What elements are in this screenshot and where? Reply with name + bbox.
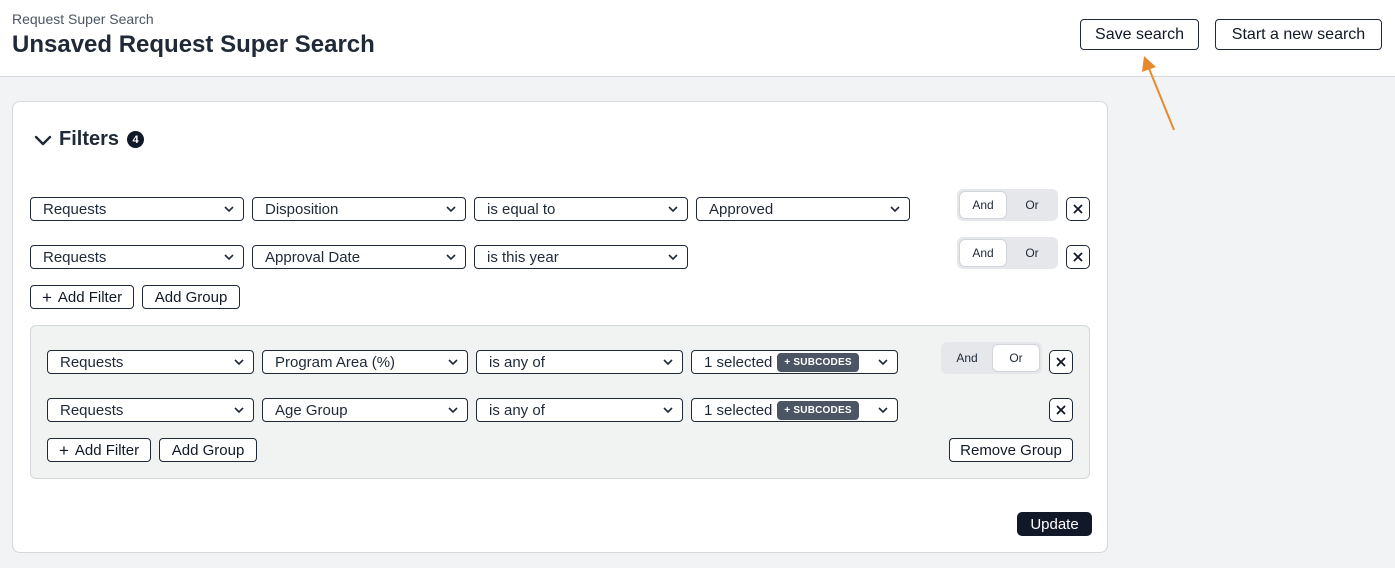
and-option[interactable]: And — [960, 240, 1006, 266]
value-select[interactable]: 1 selected + SUBCODES — [691, 350, 898, 374]
field-select[interactable]: Disposition — [252, 197, 466, 221]
value-select-value: 1 selected — [704, 401, 773, 419]
remove-filter-button[interactable] — [1066, 197, 1090, 221]
operator-select[interactable]: is this year — [474, 245, 688, 269]
operator-select[interactable]: is any of — [476, 398, 683, 422]
operator-select-value: is this year — [487, 248, 559, 266]
remove-filter-button[interactable] — [1049, 350, 1073, 374]
add-filter-label: Add Filter — [74, 441, 140, 459]
filters-toggle[interactable]: Filters 4 — [33, 128, 145, 151]
chevron-down-icon — [34, 135, 52, 145]
subcodes-badge: + SUBCODES — [777, 400, 859, 420]
add-filter-label: Add Filter — [57, 288, 123, 306]
field-select-value: Disposition — [265, 200, 339, 218]
filter-group: Requests Program Area (%) is any of 1 se… — [30, 325, 1090, 479]
or-option[interactable]: Or — [1009, 240, 1055, 266]
chevron-down-icon — [446, 206, 456, 213]
value-select-value: Approved — [709, 200, 774, 218]
field-select[interactable]: Program Area (%) — [262, 350, 468, 374]
entity-select[interactable]: Requests — [47, 398, 254, 422]
chevron-down-icon — [878, 359, 888, 366]
field-select-value: Program Area (%) — [275, 353, 396, 371]
add-filter-button[interactable]: + Add Filter — [47, 438, 151, 462]
value-select-value: 1 selected — [704, 353, 773, 371]
entity-select-value: Requests — [60, 401, 124, 419]
subcodes-badge: + SUBCODES — [777, 352, 859, 372]
entity-select-value: Requests — [43, 200, 107, 218]
chevron-down-icon — [663, 407, 673, 414]
page-header: Request Super Search Unsaved Request Sup… — [0, 0, 1395, 77]
entity-select[interactable]: Requests — [30, 197, 244, 221]
close-icon — [1056, 357, 1066, 367]
remove-group-button[interactable]: Remove Group — [949, 438, 1073, 462]
filters-title: Filters — [59, 128, 120, 150]
operator-select-value: is any of — [489, 353, 545, 371]
plus-icon: + — [58, 440, 69, 460]
entity-select[interactable]: Requests — [47, 350, 254, 374]
add-group-button[interactable]: Add Group — [142, 285, 240, 309]
operator-select[interactable]: is equal to — [474, 197, 688, 221]
breadcrumb: Request Super Search — [12, 11, 154, 27]
entity-select[interactable]: Requests — [30, 245, 244, 269]
field-select[interactable]: Approval Date — [252, 245, 466, 269]
start-new-search-button[interactable]: Start a new search — [1215, 19, 1382, 50]
operator-select[interactable]: is any of — [476, 350, 683, 374]
chevron-down-icon — [668, 206, 678, 213]
chevron-down-icon — [446, 254, 456, 261]
chevron-down-icon — [234, 407, 244, 414]
remove-filter-button[interactable] — [1049, 398, 1073, 422]
and-option[interactable]: And — [944, 345, 990, 371]
page-title: Unsaved Request Super Search — [12, 31, 375, 58]
add-group-button[interactable]: Add Group — [159, 438, 257, 462]
chevron-down-icon — [234, 359, 244, 366]
close-icon — [1073, 204, 1083, 214]
and-option[interactable]: And — [960, 192, 1006, 218]
remove-filter-button[interactable] — [1066, 245, 1090, 269]
field-select[interactable]: Age Group — [262, 398, 468, 422]
chevron-down-icon — [224, 254, 234, 261]
and-or-toggle: And Or — [957, 237, 1058, 269]
and-or-toggle: And Or — [941, 342, 1042, 374]
and-or-toggle: And Or — [957, 189, 1058, 221]
save-search-button[interactable]: Save search — [1080, 19, 1199, 50]
value-select[interactable]: Approved — [696, 197, 910, 221]
entity-select-value: Requests — [43, 248, 107, 266]
chevron-down-icon — [668, 254, 678, 261]
close-icon — [1056, 405, 1066, 415]
field-select-value: Approval Date — [265, 248, 361, 266]
filters-panel: Filters 4 Requests Disposition is equal … — [12, 101, 1108, 553]
update-button[interactable]: Update — [1017, 512, 1092, 536]
or-option[interactable]: Or — [1009, 192, 1055, 218]
plus-icon: + — [41, 287, 52, 307]
operator-select-value: is any of — [489, 401, 545, 419]
filters-count-badge: 4 — [127, 131, 145, 148]
operator-select-value: is equal to — [487, 200, 556, 218]
chevron-down-icon — [890, 206, 900, 213]
chevron-down-icon — [878, 407, 888, 414]
field-select-value: Age Group — [275, 401, 348, 419]
chevron-down-icon — [663, 359, 673, 366]
chevron-down-icon — [448, 359, 458, 366]
chevron-down-icon — [448, 407, 458, 414]
close-icon — [1073, 252, 1083, 262]
add-filter-button[interactable]: + Add Filter — [30, 285, 134, 309]
chevron-down-icon — [224, 206, 234, 213]
entity-select-value: Requests — [60, 353, 124, 371]
or-option[interactable]: Or — [993, 345, 1039, 371]
value-select[interactable]: 1 selected + SUBCODES — [691, 398, 898, 422]
